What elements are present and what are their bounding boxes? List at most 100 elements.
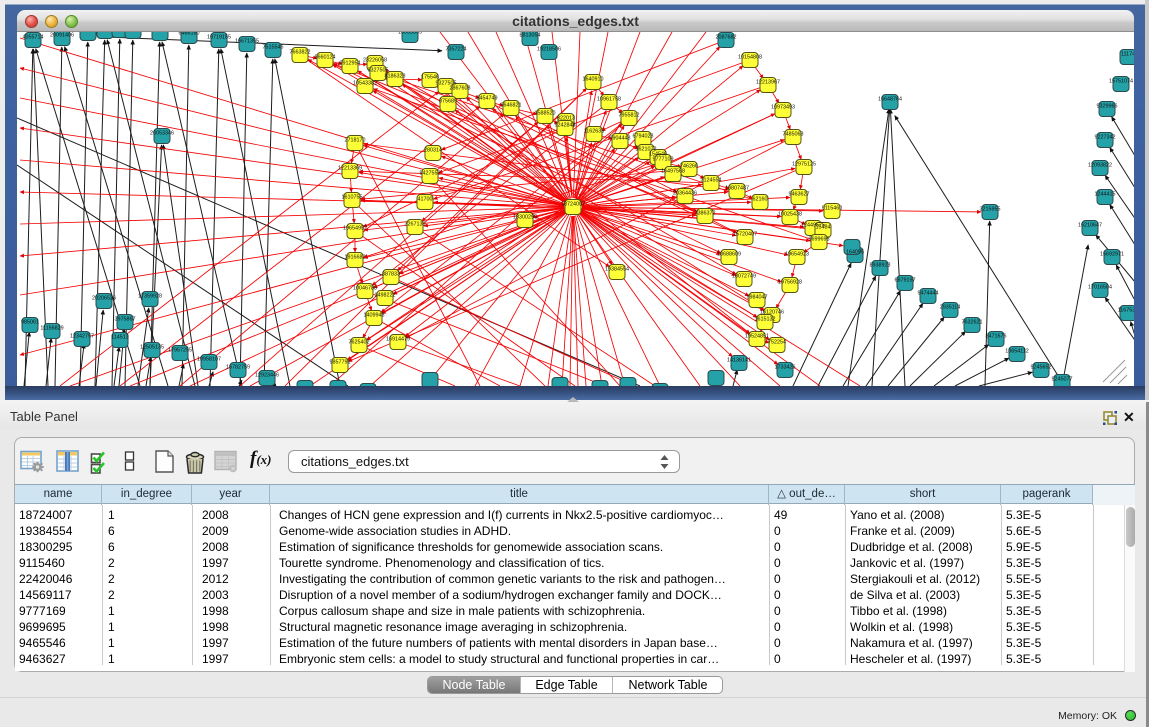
svg-text:3124554: 3124554 (701, 178, 722, 184)
svg-text:19218506: 19218506 (537, 47, 561, 53)
svg-text:10958107: 10958107 (197, 357, 221, 363)
svg-text:16033809: 16033809 (398, 32, 422, 36)
svg-text:9329966: 9329966 (1097, 104, 1118, 110)
svg-text:7663822: 7663822 (290, 50, 311, 56)
svg-text:12342757: 12342757 (70, 334, 94, 340)
svg-text:9646821: 9646821 (501, 103, 522, 109)
svg-text:23226058: 23226058 (363, 58, 387, 64)
svg-text:20206526: 20206526 (92, 296, 116, 302)
svg-text:8660124: 8660124 (315, 55, 336, 61)
svg-text:10719155: 10719155 (207, 35, 231, 41)
svg-text:7386372: 7386372 (695, 211, 716, 217)
svg-text:12923446: 12923446 (255, 373, 279, 379)
svg-text:875685: 875685 (439, 99, 457, 105)
svg-text:1527602: 1527602 (150, 32, 171, 34)
svg-text:19384554: 19384554 (605, 267, 629, 273)
svg-text:1588520: 1588520 (535, 111, 556, 117)
svg-text:1916682: 1916682 (345, 255, 366, 261)
svg-text:2718170: 2718170 (345, 138, 366, 144)
svg-text:1615132: 1615132 (755, 317, 776, 323)
svg-text:280314: 280314 (424, 148, 442, 154)
svg-text:6794028: 6794028 (633, 134, 654, 140)
svg-text:12505135: 12505135 (140, 345, 164, 351)
svg-text:1733426: 1733426 (775, 365, 796, 371)
svg-text:20091406: 20091406 (50, 33, 74, 39)
svg-text:17016504: 17016504 (1088, 285, 1112, 291)
svg-text:1409948: 1409948 (364, 313, 385, 319)
svg-text:16120746: 16120746 (760, 310, 784, 316)
svg-text:16782759: 16782759 (226, 365, 250, 371)
svg-text:7955812: 7955812 (619, 113, 640, 119)
svg-text:12213967: 12213967 (756, 80, 780, 86)
svg-text:15692971: 15692971 (1100, 252, 1124, 258)
svg-text:10025438: 10025438 (778, 212, 802, 218)
svg-text:10154808: 10154808 (738, 55, 762, 61)
svg-text:8454749: 8454749 (477, 96, 498, 102)
svg-text:8813054: 8813054 (520, 33, 541, 39)
svg-text:3267130: 3267130 (405, 222, 426, 228)
svg-text:20053346: 20053346 (150, 131, 174, 137)
svg-text:12093822: 12093822 (1088, 163, 1112, 169)
svg-text:9857791: 9857791 (330, 360, 351, 366)
svg-text:10654112: 10654112 (1005, 349, 1029, 355)
svg-text:9245077: 9245077 (1052, 377, 1073, 383)
svg-text:1244415: 1244415 (1095, 192, 1116, 198)
svg-text:20364436: 20364436 (673, 191, 697, 197)
svg-text:1167534: 1167534 (1118, 308, 1134, 314)
svg-text:10688609: 10688609 (717, 252, 741, 258)
svg-text:985061: 985061 (21, 320, 39, 326)
svg-text:10543382: 10543382 (353, 81, 377, 87)
svg-text:9904448: 9904448 (610, 136, 631, 142)
svg-text:1498222: 1498222 (375, 293, 396, 299)
svg-text:887833: 887833 (382, 272, 400, 278)
svg-text:9227342: 9227342 (1095, 135, 1116, 141)
svg-text:7632621: 7632621 (962, 320, 983, 326)
svg-text:7357224: 7357224 (446, 47, 467, 53)
svg-text:8471676: 8471676 (986, 334, 1007, 340)
svg-text:9245652: 9245652 (1031, 365, 1052, 371)
svg-text:9427552: 9427552 (420, 171, 441, 177)
svg-text:752254: 752254 (768, 340, 786, 346)
svg-text:11156829: 11156829 (40, 326, 63, 332)
svg-text:9242843: 9242843 (555, 123, 576, 129)
svg-text:41700: 41700 (418, 197, 433, 203)
svg-text:1640910: 1640910 (583, 77, 604, 83)
svg-text:19654952: 19654952 (343, 226, 367, 232)
svg-text:1162635: 1162635 (584, 129, 605, 135)
svg-text:19524851: 19524851 (745, 334, 769, 340)
svg-text:9115460: 9115460 (822, 206, 843, 212)
svg-text:2087682: 2087682 (716, 35, 737, 41)
svg-text:19654923: 19654923 (785, 252, 809, 258)
svg-text:16648764: 16648764 (878, 97, 902, 103)
svg-text:16914479: 16914479 (386, 337, 410, 343)
svg-text:15720407: 15720407 (733, 232, 757, 238)
svg-text:62160: 62160 (753, 197, 768, 203)
svg-text:15751074: 15751074 (1109, 79, 1133, 85)
svg-text:3975867: 3975867 (115, 317, 136, 323)
svg-text:10961758: 10961758 (597, 97, 621, 103)
svg-text:11174: 11174 (1121, 52, 1134, 58)
svg-text:18724007: 18724007 (561, 202, 585, 208)
svg-text:7625402: 7625402 (349, 340, 370, 346)
svg-text:8186328: 8186328 (385, 74, 406, 80)
svg-text:8938923: 8938923 (870, 263, 891, 269)
svg-text:14136141: 14136141 (727, 358, 751, 364)
svg-text:12975125: 12975125 (792, 162, 816, 168)
svg-text:10807487: 10807487 (725, 186, 749, 192)
svg-text:6879197: 6879197 (895, 278, 916, 284)
svg-text:10973493: 10973493 (771, 105, 795, 111)
svg-text:18300295: 18300295 (513, 215, 537, 221)
svg-text:9605378: 9605378 (78, 32, 99, 34)
svg-text:10046788: 10046788 (353, 286, 377, 292)
svg-text:9474444: 9474444 (918, 291, 939, 297)
svg-text:2935114: 2935114 (940, 305, 961, 311)
svg-text:2867608: 2867608 (450, 86, 471, 92)
svg-text:16671355: 16671355 (235, 39, 259, 45)
svg-text:9699695: 9699695 (809, 237, 830, 243)
svg-text:16497568: 16497568 (661, 169, 685, 175)
svg-text:7515546: 7515546 (263, 45, 284, 51)
svg-text:9777109: 9777109 (653, 157, 674, 163)
svg-text:4055714: 4055714 (23, 35, 44, 41)
svg-text:12213369: 12213369 (338, 166, 362, 172)
svg-text:19756928: 19756928 (778, 280, 802, 286)
